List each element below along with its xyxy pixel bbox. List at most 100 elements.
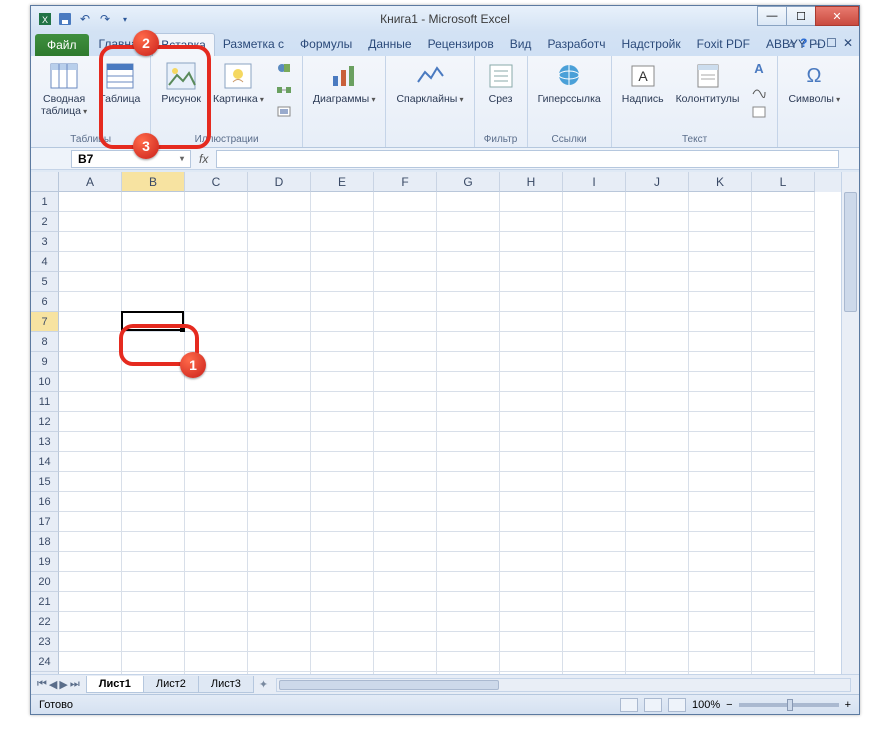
col-header-K[interactable]: K <box>689 172 752 192</box>
cell[interactable] <box>248 632 311 652</box>
cell[interactable] <box>59 612 122 632</box>
cell[interactable] <box>437 212 500 232</box>
row-header-16[interactable]: 16 <box>31 492 59 512</box>
tab-2[interactable]: Разметка с <box>215 33 292 56</box>
cell[interactable] <box>185 612 248 632</box>
cell[interactable] <box>122 612 185 632</box>
cell[interactable] <box>563 192 626 212</box>
cell[interactable] <box>185 512 248 532</box>
cell[interactable] <box>437 472 500 492</box>
cell[interactable] <box>752 252 815 272</box>
cell[interactable] <box>563 632 626 652</box>
cell[interactable] <box>437 232 500 252</box>
cell[interactable] <box>185 292 248 312</box>
cell[interactable] <box>248 652 311 672</box>
cell[interactable] <box>59 212 122 232</box>
cell[interactable] <box>689 492 752 512</box>
cell[interactable] <box>500 472 563 492</box>
cell[interactable] <box>500 432 563 452</box>
cell[interactable] <box>689 412 752 432</box>
cell[interactable] <box>185 592 248 612</box>
row-header-9[interactable]: 9 <box>31 352 59 372</box>
cell[interactable] <box>374 212 437 232</box>
cell[interactable] <box>689 332 752 352</box>
cell[interactable] <box>248 352 311 372</box>
cell[interactable] <box>374 612 437 632</box>
tab-3[interactable]: Формулы <box>292 33 360 56</box>
cell[interactable] <box>563 212 626 232</box>
cell[interactable] <box>563 592 626 612</box>
tab-9[interactable]: Foxit PDF <box>689 33 758 56</box>
cell[interactable] <box>185 352 248 372</box>
cell[interactable] <box>122 392 185 412</box>
cell[interactable] <box>563 372 626 392</box>
cell[interactable] <box>311 552 374 572</box>
cell[interactable] <box>563 312 626 332</box>
cell[interactable] <box>500 492 563 512</box>
headerfooter-button[interactable]: Колонтитулы <box>672 58 744 108</box>
cell[interactable] <box>626 392 689 412</box>
cell[interactable] <box>500 352 563 372</box>
cell[interactable] <box>689 472 752 492</box>
cell[interactable] <box>563 652 626 672</box>
col-header-A[interactable]: A <box>59 172 122 192</box>
cell[interactable] <box>500 412 563 432</box>
cell[interactable] <box>122 512 185 532</box>
row-header-11[interactable]: 11 <box>31 392 59 412</box>
cell[interactable] <box>563 572 626 592</box>
cell[interactable] <box>122 432 185 452</box>
cell[interactable] <box>563 432 626 452</box>
name-box-dropdown-icon[interactable]: ▾ <box>180 154 184 163</box>
row-header-6[interactable]: 6 <box>31 292 59 312</box>
cell[interactable] <box>563 492 626 512</box>
cell[interactable] <box>626 192 689 212</box>
cell[interactable] <box>311 292 374 312</box>
cell[interactable] <box>752 552 815 572</box>
cell[interactable] <box>311 492 374 512</box>
row-header-13[interactable]: 13 <box>31 432 59 452</box>
redo-icon[interactable]: ↷ <box>97 11 113 27</box>
cell[interactable] <box>185 252 248 272</box>
cell[interactable] <box>374 652 437 672</box>
cell[interactable] <box>185 212 248 232</box>
cell[interactable] <box>689 192 752 212</box>
cell[interactable] <box>248 272 311 292</box>
col-header-E[interactable]: E <box>311 172 374 192</box>
cell[interactable] <box>752 532 815 552</box>
cell[interactable] <box>374 532 437 552</box>
row-header-17[interactable]: 17 <box>31 512 59 532</box>
cell[interactable] <box>248 252 311 272</box>
undo-icon[interactable]: ↶ <box>77 11 93 27</box>
cell[interactable] <box>689 652 752 672</box>
row-header-10[interactable]: 10 <box>31 372 59 392</box>
row-header-22[interactable]: 22 <box>31 612 59 632</box>
cell[interactable] <box>59 572 122 592</box>
view-pagebreak-icon[interactable] <box>668 698 686 712</box>
cell[interactable] <box>311 232 374 252</box>
cell[interactable] <box>437 572 500 592</box>
cell[interactable] <box>311 372 374 392</box>
cell[interactable] <box>122 372 185 392</box>
cell[interactable] <box>752 432 815 452</box>
cell[interactable] <box>374 372 437 392</box>
col-header-C[interactable]: C <box>185 172 248 192</box>
table-button[interactable]: Таблица <box>95 58 144 108</box>
cell[interactable] <box>374 332 437 352</box>
cell[interactable] <box>59 632 122 652</box>
doc-restore-icon[interactable]: ☐ <box>826 36 837 50</box>
cell[interactable] <box>437 372 500 392</box>
cells-area[interactable] <box>59 192 841 674</box>
cell[interactable] <box>752 452 815 472</box>
cell[interactable] <box>59 492 122 512</box>
cell[interactable] <box>437 552 500 572</box>
cell[interactable] <box>752 292 815 312</box>
cell[interactable] <box>500 572 563 592</box>
sheet-last-icon[interactable]: ⏭ <box>70 678 80 691</box>
cell[interactable] <box>689 592 752 612</box>
formula-input[interactable] <box>216 150 839 168</box>
cell[interactable] <box>59 392 122 412</box>
cell[interactable] <box>59 332 122 352</box>
row-header-18[interactable]: 18 <box>31 532 59 552</box>
tab-file[interactable]: Файл <box>35 34 89 56</box>
col-header-H[interactable]: H <box>500 172 563 192</box>
